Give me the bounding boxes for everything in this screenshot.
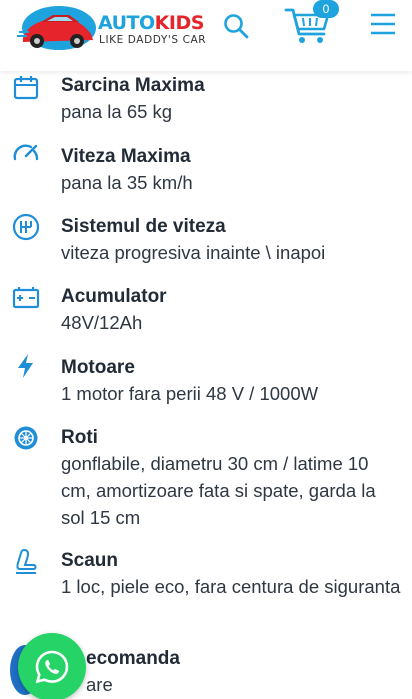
car-logo-icon — [17, 6, 96, 50]
spec-value: viteza progresiva inainte \ inapoi — [61, 242, 326, 263]
spec-title: Viteza Maxima — [61, 146, 191, 167]
brand-tagline: LIKE DADDY'S CAR — [99, 34, 207, 46]
lightning-icon — [18, 354, 33, 378]
spec-title: Sistemul de viteza — [61, 216, 226, 237]
spec-value: are — [86, 674, 113, 695]
logo[interactable]: AUTOKIDS LIKE DADDY'S CAR — [17, 2, 209, 56]
menu-icon[interactable] — [370, 12, 396, 36]
spec-value: pana la 35 km/h — [61, 172, 193, 193]
whatsapp-chat-button[interactable] — [18, 633, 86, 699]
spec-title: Scaun — [61, 550, 119, 571]
spec-value: pana la 65 kg — [61, 101, 173, 122]
wheel-icon — [14, 426, 38, 450]
spec-value: 1 motor fara perii 48 V / 1000W — [61, 383, 319, 404]
speedometer-icon — [13, 144, 39, 161]
spec-title: ecomanda — [86, 648, 180, 669]
spec-value: 1 loc, piele eco, fara centura de sigura… — [61, 576, 401, 597]
spec-title: Motoare — [61, 357, 135, 378]
search-icon[interactable] — [222, 12, 250, 40]
calendar-icon — [13, 76, 39, 100]
whatsapp-icon — [35, 650, 69, 684]
battery-icon — [12, 287, 40, 309]
brand-name: AUTOKIDS — [98, 12, 204, 34]
spec-title: Acumulator — [61, 286, 167, 307]
cart-count-badge: 0 — [313, 0, 339, 18]
seat-icon — [16, 548, 37, 574]
spec-value: gonflabile, diametru 30 cm / latime 10 c… — [61, 453, 376, 528]
brand-kids: KIDS — [154, 12, 205, 34]
site-header: AUTOKIDS LIKE DADDY'S CAR 0 — [0, 0, 412, 71]
spec-value: 48V/12Ah — [61, 312, 143, 333]
spec-title: Roti — [61, 427, 98, 448]
gear-shift-icon — [12, 213, 40, 241]
brand-auto: AUTO — [98, 12, 155, 34]
spec-title: Sarcina Maxima — [61, 75, 205, 96]
